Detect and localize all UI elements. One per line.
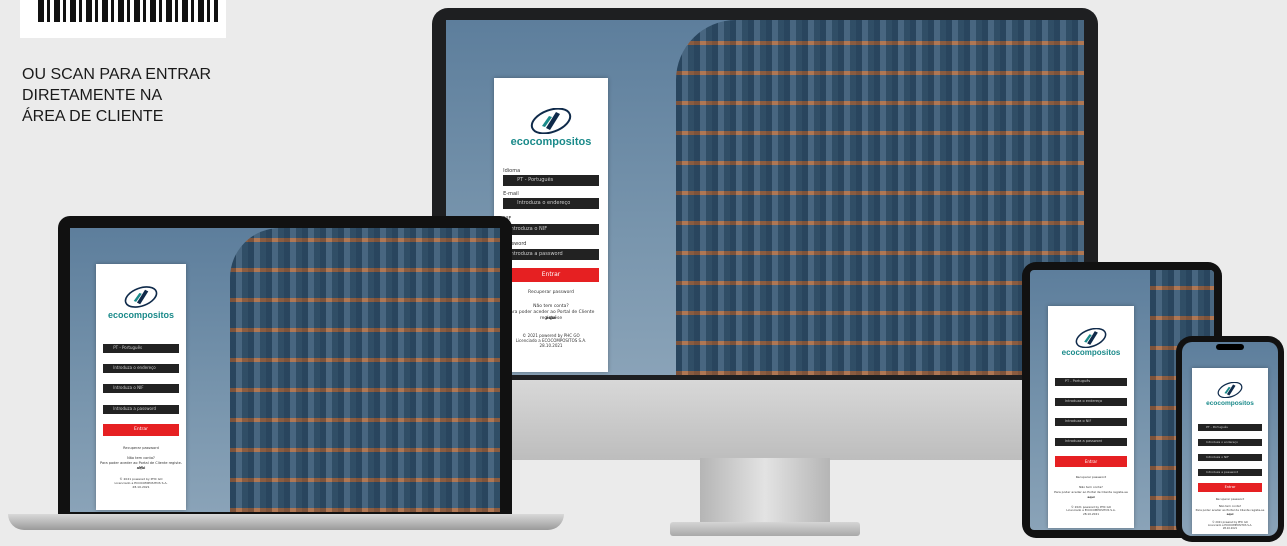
login-panel: ecocompositos PT - Português Introduza o…: [1192, 368, 1268, 534]
email-field[interactable]: Introduza o endereço: [503, 198, 599, 209]
email-label: E-mail: [503, 191, 519, 197]
register-link[interactable]: aqui: [100, 466, 183, 470]
nif-placeholder: Introduza o NIF: [1064, 419, 1092, 423]
password-field[interactable]: Introduza a password: [503, 249, 599, 260]
ecocompositos-logo-icon: [1075, 328, 1107, 348]
phone-screen: ecocompositos PT - Português Introduza o…: [1182, 342, 1278, 536]
email-placeholder: Introduza o endereço: [1206, 440, 1238, 444]
nif-placeholder: Introduza o NIF: [113, 385, 144, 390]
language-select[interactable]: PT - Português: [103, 344, 179, 353]
login-button[interactable]: Entrar: [1198, 483, 1262, 492]
monitor-stand: [700, 458, 830, 528]
password-placeholder: Introduza a password: [1206, 470, 1239, 474]
ecocompositos-logo-icon: [124, 286, 158, 308]
nif-field[interactable]: Introduza o NIF: [1198, 454, 1262, 461]
qr-code-card: [20, 0, 226, 38]
nif-field[interactable]: Introduza o NIF: [1054, 418, 1128, 426]
ecocompositos-logo-icon: [530, 108, 572, 134]
register-link[interactable]: aqui: [1051, 495, 1130, 500]
login-button[interactable]: Entrar: [1054, 456, 1128, 467]
footer-text: © 2021 powered by PHC GO Licenciado a EC…: [1066, 505, 1116, 516]
brand-name: ecocompositos: [1206, 400, 1254, 407]
language-label: Idioma: [503, 168, 521, 174]
no-account-text: Não tem conta?: [127, 456, 155, 460]
nif-placeholder: Introduza o NIF: [509, 226, 548, 232]
no-account-text: Não tem conta?: [533, 304, 569, 309]
language-select[interactable]: PT - Português: [1054, 378, 1128, 386]
register-link[interactable]: aqui: [499, 316, 604, 322]
ecocompositos-logo-icon: [1217, 382, 1243, 398]
brand-name: ecocompositos: [107, 310, 174, 320]
login-panel: ecocompositos PT - Português Introduza o…: [96, 264, 186, 510]
nif-field[interactable]: Introduza o NIF: [103, 384, 179, 393]
login-button[interactable]: Entrar: [503, 268, 599, 282]
login-panel: ecocompositos PT - Português Introduza o…: [1048, 306, 1134, 528]
password-placeholder: Introduza a password: [1064, 439, 1103, 443]
language-value: PT - Português: [517, 177, 554, 183]
monitor-base: [670, 522, 860, 536]
qr-caption: OU SCAN PARA ENTRAR DIRETAMENTE NA ÁREA …: [22, 66, 212, 125]
forgot-password-link[interactable]: Recuperar password: [1051, 475, 1130, 480]
laptop-screen: ecocompositos PT - Português Introduza o…: [70, 228, 500, 512]
building-photo: [230, 228, 500, 512]
laptop-base: [8, 514, 564, 530]
register-link[interactable]: aqui: [1195, 512, 1265, 516]
phone-notch: [1216, 344, 1244, 350]
password-placeholder: Introduza a password: [113, 406, 157, 411]
monitor-chin: [432, 380, 1098, 460]
language-value: PT - Português: [113, 345, 143, 350]
footer-text: © 2021 powered by PHC GO Licenciado a EC…: [114, 477, 168, 489]
brand-name: ecocompositos: [1061, 348, 1121, 357]
forgot-password-link[interactable]: Recuperar password: [100, 446, 183, 450]
email-placeholder: Introduza o endereço: [113, 365, 156, 370]
email-field[interactable]: Introduza o endereço: [1198, 439, 1262, 446]
language-select[interactable]: PT - Português: [1198, 424, 1262, 431]
qr-code: [38, 0, 218, 22]
nif-field[interactable]: Introduza o NIF: [503, 224, 599, 235]
nif-placeholder: Introduza o NIF: [1206, 455, 1229, 459]
email-placeholder: Introduza o endereço: [1064, 399, 1103, 403]
monitor-screen: ecocompositos Idioma PT - Português E-ma…: [446, 20, 1084, 375]
login-button[interactable]: Entrar: [103, 424, 179, 436]
language-select[interactable]: PT - Português: [503, 175, 599, 186]
email-field[interactable]: Introduza o endereço: [1054, 398, 1128, 406]
language-value: PT - Português: [1206, 425, 1228, 429]
forgot-password-link[interactable]: Recuperar password: [499, 290, 604, 296]
password-field[interactable]: Introduza a password: [1054, 438, 1128, 446]
password-field[interactable]: Introduza a password: [1198, 469, 1262, 476]
password-placeholder: Introduza a password: [509, 251, 563, 257]
language-value: PT - Português: [1064, 379, 1091, 383]
email-field[interactable]: Introduza o endereço: [103, 364, 179, 373]
password-field[interactable]: Introduza a password: [103, 405, 179, 414]
email-placeholder: Introduza o endereço: [517, 200, 571, 206]
footer-text: © 2021 powered by PHC GO Licenciado a EC…: [1207, 521, 1253, 531]
footer-text: © 2021 powered by PHC GO Licenciado a EC…: [515, 333, 587, 348]
forgot-password-link[interactable]: Recuperar password: [1195, 497, 1265, 501]
brand-name: ecocompositos: [510, 136, 592, 148]
